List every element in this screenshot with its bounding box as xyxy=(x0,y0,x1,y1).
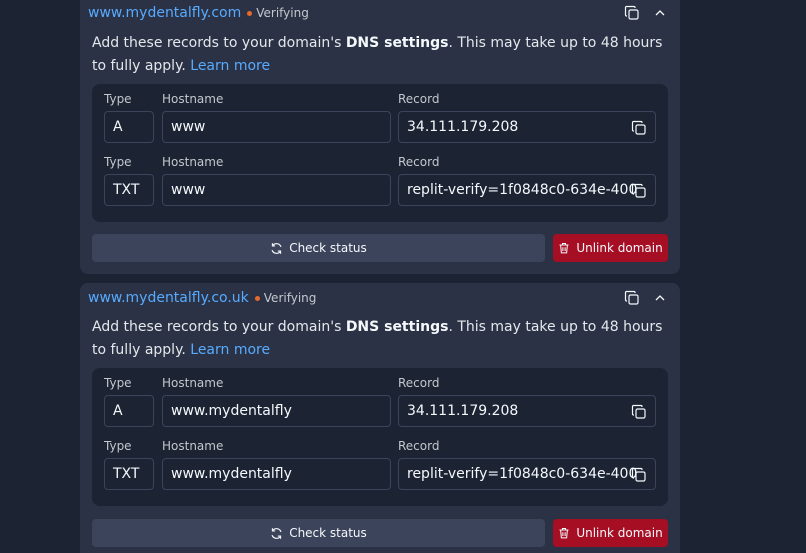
domain-actions: Check status Unlink domain xyxy=(92,519,668,547)
dns-record-row: Type Hostname Record A www 34.111.179.20… xyxy=(92,92,668,152)
check-status-button[interactable]: Check status xyxy=(92,234,545,262)
status-dot xyxy=(247,10,253,16)
check-status-label: Check status xyxy=(289,526,367,540)
check-status-label: Check status xyxy=(289,241,367,255)
status-badge: Verifying xyxy=(254,291,317,305)
copy-icon[interactable] xyxy=(631,404,647,420)
copy-icon[interactable] xyxy=(624,5,640,21)
check-status-button[interactable]: Check status xyxy=(92,519,545,547)
instruction-text: Add these records to your domain's xyxy=(92,35,346,51)
record-value: 34.111.179.208 xyxy=(407,119,519,135)
record-value: replit-verify=1f0848c0-634e-400 xyxy=(407,466,638,482)
unlink-domain-button[interactable]: Unlink domain xyxy=(553,519,668,547)
status-badge: Verifying xyxy=(247,6,309,20)
status-dot xyxy=(254,295,260,301)
record-value: replit-verify=1f0848c0-634e-400 xyxy=(407,182,638,198)
hostname-label: Hostname xyxy=(162,376,224,390)
type-field[interactable]: A xyxy=(104,395,154,427)
chevron-up-icon[interactable] xyxy=(652,290,668,306)
learn-more-link[interactable]: Learn more xyxy=(190,58,270,74)
type-label: Type xyxy=(104,439,132,453)
dns-records: Type Hostname Record A www.mydentalfly 3… xyxy=(92,368,668,506)
refresh-icon xyxy=(271,527,282,539)
copy-icon[interactable] xyxy=(631,467,647,483)
domains-panel: www.mydentalfly.com Verifying Add these … xyxy=(0,0,806,553)
unlink-domain-button[interactable]: Unlink domain xyxy=(553,234,668,262)
domain-card-header: www.mydentalfly.com Verifying xyxy=(88,0,672,26)
domain-link[interactable]: www.mydentalfly.co.uk xyxy=(88,290,249,306)
record-label: Record xyxy=(398,92,440,106)
record-label: Record xyxy=(398,439,440,453)
type-label: Type xyxy=(104,155,132,169)
header-actions xyxy=(624,5,672,21)
copy-icon[interactable] xyxy=(631,120,647,136)
copy-icon[interactable] xyxy=(624,290,640,306)
learn-more-link[interactable]: Learn more xyxy=(190,342,270,358)
instruction-text: Add these records to your domain's xyxy=(92,319,346,335)
hostname-field[interactable]: www xyxy=(162,111,391,143)
dns-settings-label: DNS settings xyxy=(345,319,449,335)
dns-instructions: Add these records to your domain's DNS s… xyxy=(92,316,668,362)
dns-settings-label: DNS settings xyxy=(345,35,449,51)
record-field[interactable]: replit-verify=1f0848c0-634e-400 xyxy=(398,458,656,490)
status-label: Verifying xyxy=(256,6,309,20)
dns-records: Type Hostname Record A www 34.111.179.20… xyxy=(92,84,668,222)
domain-actions: Check status Unlink domain xyxy=(92,234,668,262)
type-label: Type xyxy=(104,376,132,390)
dns-record-row: Type Hostname Record A www.mydentalfly 3… xyxy=(92,376,668,436)
dns-record-row: Type Hostname Record TXT www.mydentalfly… xyxy=(92,439,668,499)
hostname-label: Hostname xyxy=(162,92,224,106)
unlink-domain-label: Unlink domain xyxy=(576,526,663,540)
type-label: Type xyxy=(104,92,132,106)
domain-link[interactable]: www.mydentalfly.com xyxy=(88,5,241,21)
dns-instructions: Add these records to your domain's DNS s… xyxy=(92,32,668,78)
domain-card-header: www.mydentalfly.co.uk Verifying xyxy=(88,285,672,311)
refresh-icon xyxy=(271,242,282,254)
record-field[interactable]: replit-verify=1f0848c0-634e-400 xyxy=(398,174,656,206)
record-field[interactable]: 34.111.179.208 xyxy=(398,395,656,427)
unlink-domain-label: Unlink domain xyxy=(576,241,663,255)
hostname-field[interactable]: www xyxy=(162,174,391,206)
record-label: Record xyxy=(398,376,440,390)
trash-icon xyxy=(559,527,569,539)
chevron-up-icon[interactable] xyxy=(652,5,668,21)
record-value: 34.111.179.208 xyxy=(407,403,519,419)
record-label: Record xyxy=(398,155,440,169)
record-field[interactable]: 34.111.179.208 xyxy=(398,111,656,143)
dns-record-row: Type Hostname Record TXT www replit-veri… xyxy=(92,155,668,215)
type-field[interactable]: TXT xyxy=(104,458,154,490)
copy-icon[interactable] xyxy=(631,183,647,199)
status-label: Verifying xyxy=(263,291,317,305)
hostname-field[interactable]: www.mydentalfly xyxy=(162,458,391,490)
hostname-label: Hostname xyxy=(162,439,224,453)
type-field[interactable]: TXT xyxy=(104,174,154,206)
type-field[interactable]: A xyxy=(104,111,154,143)
domain-card: www.mydentalfly.com Verifying Add these … xyxy=(80,0,680,274)
hostname-label: Hostname xyxy=(162,155,224,169)
domain-card: www.mydentalfly.co.uk Verifying Add thes… xyxy=(80,283,680,553)
hostname-field[interactable]: www.mydentalfly xyxy=(162,395,391,427)
header-actions xyxy=(624,290,672,306)
trash-icon xyxy=(559,242,569,254)
